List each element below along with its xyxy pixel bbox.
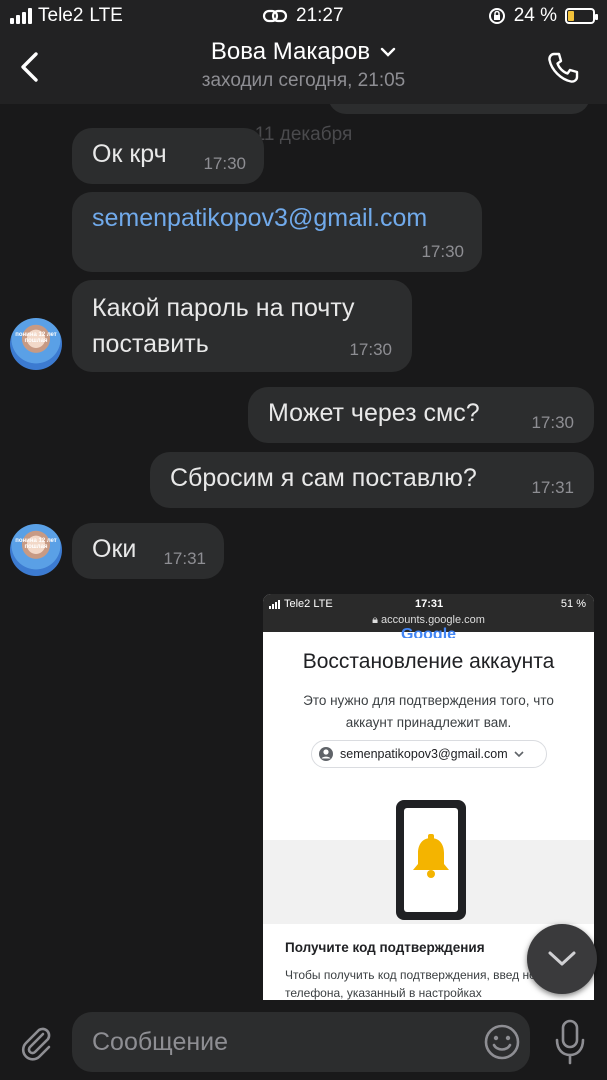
google-logo: Google (400, 626, 457, 638)
last-seen: заходил сегодня, 21:05 (201, 70, 406, 91)
attachment-description: Это нужно для подтверждения того, что ак… (303, 693, 554, 730)
clock: 21:27 (296, 5, 344, 26)
email-link[interactable]: semenpatikopov3@gmail.com (92, 204, 427, 232)
message-bubble-incoming[interactable]: Оки 17:31 (72, 523, 224, 579)
avatar[interactable]: понина 12 лет пошлая (10, 524, 62, 576)
message-text: Оки (92, 535, 137, 563)
message-time: 17:30 (421, 242, 464, 261)
status-left: Tele2 LTE (10, 5, 123, 27)
message-text-line: Какой пароль на почту (92, 294, 355, 322)
signal-icon (10, 8, 32, 24)
emoji-icon[interactable] (482, 1022, 522, 1062)
contact-title[interactable]: Вова Макаров (211, 38, 396, 66)
message-bubble-incoming[interactable]: Какой пароль на почту поставить 17:30 (72, 280, 412, 372)
message-bubble-outgoing[interactable]: Может через смс? 17:30 (248, 387, 594, 443)
message-time: 17:30 (531, 413, 574, 432)
message-time: 17:30 (203, 154, 246, 173)
paperclip-icon[interactable] (16, 1022, 56, 1062)
status-bar: Tele2 LTE 21:27 24 % (0, 0, 607, 32)
message-text: Ок крч (92, 140, 167, 168)
chevron-down-icon (548, 951, 576, 966)
battery-icon (565, 8, 598, 24)
avatar-caption: понина 12 лет пошлая (15, 538, 57, 550)
status-right: 24 % (488, 5, 598, 27)
avatar-caption: понина 12 лет пошлая (15, 332, 57, 344)
chat-header: Вова Макаров заходил сегодня, 21:05 (0, 32, 607, 104)
attachment-battery: 51 % (560, 598, 586, 610)
battery-percent: 24 % (513, 5, 557, 26)
status-center: 21:27 (262, 5, 344, 27)
attachment-title: Восстановление аккаунта (302, 650, 555, 673)
phone-icon (396, 800, 466, 920)
message-time: 17:30 (349, 340, 392, 359)
account-icon (319, 747, 333, 761)
attachment-carrier: Tele2 LTE (269, 598, 333, 610)
message-bubble-incoming[interactable]: semenpatikopov3@gmail.com 17:30 (72, 192, 482, 272)
message-bubble-outgoing[interactable]: Сбросим я сам поставлю? 17:31 (150, 452, 594, 508)
attachment-carrier-text: Tele2 LTE (284, 598, 333, 610)
message-time: 17:31 (163, 549, 206, 568)
message-text: Сбросим я сам поставлю? (170, 464, 477, 492)
orientation-lock-icon (488, 8, 505, 24)
microphone-icon[interactable] (550, 1018, 590, 1066)
message-bubble-incoming[interactable]: Ок крч 17:30 (72, 128, 264, 184)
message-list[interactable]: 11 декабря Ок крч 17:30 semenpatikopov3@… (0, 104, 607, 1000)
message-text: Может через смс? (268, 399, 480, 427)
network-type: LTE (89, 5, 123, 26)
attachment-time: 17:31 (415, 598, 444, 610)
avatar[interactable]: понина 12 лет пошлая (10, 318, 62, 370)
account-chip-email: semenpatikopov3@gmail.com (340, 747, 508, 761)
carrier: Tele2 (38, 5, 84, 26)
bell-icon (413, 834, 449, 878)
message-text-line: поставить (92, 330, 209, 358)
contact-info[interactable]: Вова Макаров заходил сегодня, 21:05 (120, 38, 487, 92)
link-chain-icon (262, 9, 288, 23)
message-time: 17:31 (531, 478, 574, 497)
lock-icon: 🔒︎ (372, 614, 378, 626)
message-composer: Сообщение (0, 1000, 607, 1080)
attachment-subheading: Получите код подтверждения (285, 940, 485, 955)
back-chevron-icon[interactable] (14, 50, 48, 84)
message-input[interactable]: Сообщение (72, 1012, 530, 1072)
attachment-url-text: accounts.google.com (380, 614, 485, 626)
message-input-placeholder: Сообщение (92, 1028, 229, 1056)
previous-message-bubble (328, 104, 590, 114)
phone-call-icon[interactable] (545, 50, 581, 86)
chevron-down-icon (514, 751, 524, 758)
chevron-down-icon (380, 47, 396, 57)
scroll-down-button[interactable] (527, 924, 597, 994)
phone-illustration (263, 784, 594, 924)
account-chip: semenpatikopov3@gmail.com (311, 740, 547, 768)
contact-name: Вова Макаров (210, 38, 371, 65)
